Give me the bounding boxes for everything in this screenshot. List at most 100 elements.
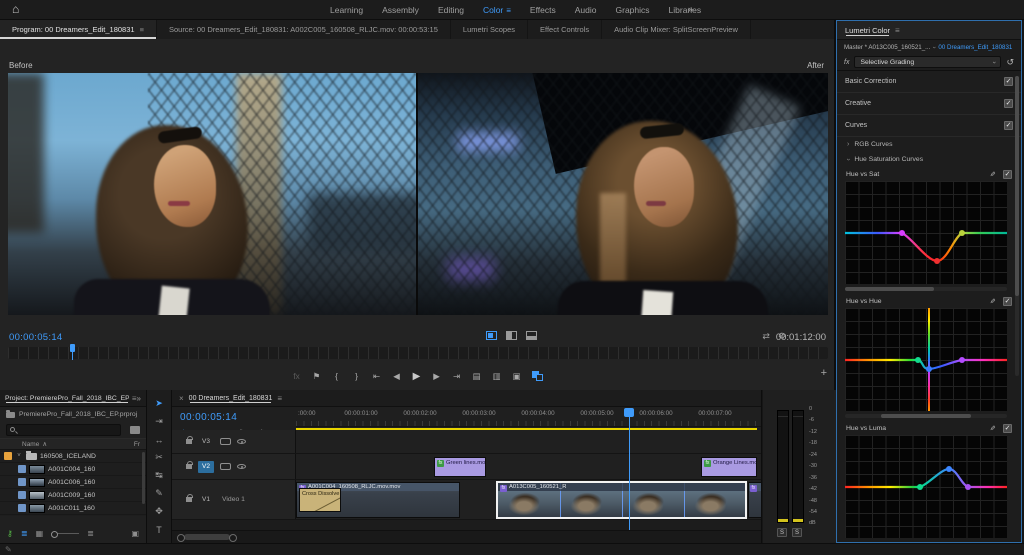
type-tool[interactable]: T	[151, 523, 168, 536]
curves-checkbox[interactable]: ✓	[1004, 121, 1013, 130]
basic-correction-checkbox[interactable]: ✓	[1004, 77, 1013, 86]
split-view-top-bottom-icon[interactable]	[526, 331, 537, 340]
button-editor-plus[interactable]: +	[821, 367, 827, 379]
workspace-tab-audio[interactable]: Audio	[575, 5, 597, 15]
hue-vs-sat-range-slider[interactable]	[845, 287, 1007, 291]
chevron-right-icon[interactable]: ›	[847, 141, 849, 148]
comparison-view-icon[interactable]	[486, 331, 497, 340]
label-chip[interactable]	[18, 491, 26, 499]
clip-a013c005-selected[interactable]: fx A013C005_160521_R	[497, 482, 746, 518]
mark-out-button[interactable]: }	[352, 371, 361, 381]
project-tab-bar[interactable]: Project: PremierePro_Fall_2018_IBC_EP ≡ …	[0, 390, 146, 407]
list-view-icon[interactable]: ≣	[21, 529, 28, 538]
hue-saturation-curves-subsection[interactable]: › Hue Saturation Curves	[837, 152, 1021, 167]
track-target-v1[interactable]: V1	[198, 494, 214, 506]
timeline-tab-bar[interactable]: × 00 Dreamers_Edit_180831 ≡	[172, 390, 761, 407]
track-v3[interactable]: V3	[172, 430, 761, 454]
section-curves[interactable]: Curves ✓	[837, 115, 1021, 137]
icon-view-icon[interactable]: ▦	[36, 529, 44, 538]
hue-vs-hue-curve[interactable]	[845, 308, 1007, 411]
label-chip[interactable]	[18, 504, 26, 512]
hue-vs-luma-curve[interactable]	[845, 435, 1007, 538]
workspace-tab-color[interactable]: Color≡	[483, 5, 511, 15]
track-target-v3[interactable]: V3	[198, 436, 214, 448]
eyedropper-icon[interactable]: ✎	[988, 298, 996, 304]
section-creative[interactable]: Creative ✓	[837, 93, 1021, 115]
sequence-tab-label[interactable]: 00 Dreamers_Edit_180831	[189, 395, 273, 402]
hue-vs-sat-checkbox[interactable]: ✓	[1003, 170, 1012, 179]
lock-icon[interactable]	[186, 439, 192, 444]
project-overflow-icon[interactable]: »	[137, 394, 141, 403]
program-current-timecode[interactable]: 00:00:05:14	[9, 332, 63, 343]
pen-tool[interactable]: ✎	[151, 487, 168, 500]
split-view-side-icon[interactable]	[506, 331, 517, 340]
timeline-horizontal-scrollbar[interactable]	[172, 530, 761, 543]
lumetri-vertical-scrollbar[interactable]	[1015, 76, 1019, 376]
chevron-down-icon[interactable]: ›	[931, 46, 938, 48]
section-basic-correction[interactable]: Basic Correction ✓	[837, 71, 1021, 93]
tab-effect-controls[interactable]: Effect Controls	[528, 20, 602, 39]
hand-tool[interactable]: ✥	[151, 505, 168, 518]
track-visibility-eye-icon[interactable]	[237, 439, 246, 444]
creative-checkbox[interactable]: ✓	[1004, 99, 1013, 108]
column-frame[interactable]: Fr	[134, 441, 140, 448]
label-chip[interactable]	[18, 465, 26, 473]
tab-source[interactable]: Source: 00 Dreamers_Edit_180831: A002C00…	[157, 20, 451, 39]
panel-menu-icon[interactable]: ≡	[140, 25, 144, 34]
track-v2[interactable]: V2 fx Green lines.mo fx Orange Lines.mo	[172, 454, 761, 480]
source-patch-icon[interactable]	[220, 438, 231, 445]
step-back-button[interactable]: ◀	[392, 371, 401, 382]
split-screen-preview[interactable]	[8, 73, 828, 315]
transition-cross-dissolve[interactable]: Cross Dissolve	[299, 488, 341, 512]
step-forward-button[interactable]: ▶	[432, 371, 441, 382]
workspace-tab-effects[interactable]: Effects	[530, 5, 556, 15]
workspace-tab-graphics[interactable]: Graphics	[616, 5, 650, 15]
project-row-clip[interactable]: A001C009_160	[0, 489, 146, 502]
workspace-tab-editing[interactable]: Editing	[438, 5, 464, 15]
rgb-curves-subsection[interactable]: › RGB Curves	[837, 137, 1021, 152]
go-to-out-button[interactable]: ⇥	[452, 371, 461, 382]
workspace-tab-learning[interactable]: Learning	[330, 5, 363, 15]
project-list-scrollbar[interactable]	[142, 452, 145, 504]
sequence-name-link[interactable]: 00 Dreamers_Edit_180831 ...	[938, 44, 1014, 51]
project-row-clip[interactable]: A001C004_160	[0, 463, 146, 476]
go-to-in-button[interactable]: ⇤	[372, 371, 381, 382]
workspace-tab-assembly[interactable]: Assembly	[382, 5, 419, 15]
track-v1[interactable]: V1 Video 1 fxA001C004_160508_RLJC.mov.mo…	[172, 480, 761, 520]
timeline-current-timecode[interactable]: 00:00:05:14	[180, 412, 237, 423]
fx-bypass-button[interactable]: fx	[292, 371, 301, 381]
lumetri-tab-bar[interactable]: Lumetri Color ≡	[837, 21, 1021, 40]
razor-tool[interactable]: ✂	[151, 451, 168, 464]
play-button[interactable]: ▶	[412, 371, 421, 382]
ripple-edit-tool[interactable]: ↔	[151, 433, 168, 446]
clip-tail[interactable]: fx	[748, 482, 762, 518]
workspace-overflow-icon[interactable]: »	[688, 4, 693, 14]
export-frame-button[interactable]: ▣	[512, 371, 521, 382]
hue-vs-sat-curve[interactable]	[845, 181, 1007, 284]
track-target-v2[interactable]: V2	[198, 461, 214, 473]
new-bin-icon[interactable]: ▣	[131, 529, 139, 538]
search-bin-icon[interactable]	[130, 426, 140, 434]
project-row-bin[interactable]: ˅ 160508_ICELAND	[0, 450, 146, 463]
hue-vs-hue-checkbox[interactable]: ✓	[1003, 297, 1012, 306]
eyedropper-icon[interactable]: ✎	[988, 171, 996, 177]
program-scrubber[interactable]	[8, 347, 828, 359]
thumbnail-zoom-slider[interactable]	[51, 533, 79, 534]
mark-in-button[interactable]: {	[332, 371, 341, 381]
workspace-menu-icon[interactable]: ≡	[506, 6, 511, 15]
clip-green-lines[interactable]: fx Green lines.mo	[434, 457, 486, 477]
tab-lumetri-scopes[interactable]: Lumetri Scopes	[451, 20, 528, 39]
timeline-playhead[interactable]	[624, 408, 634, 417]
workspace-tab-libraries[interactable]: Libraries	[669, 5, 702, 15]
reset-effect-icon[interactable]: ↺	[1006, 57, 1014, 68]
home-icon[interactable]: ⌂	[12, 2, 19, 16]
track-select-forward-tool[interactable]: ⇥	[151, 415, 168, 428]
eyedropper-icon[interactable]: ✎	[988, 425, 996, 431]
preset-dropdown[interactable]: Selective Grading ›	[854, 56, 1001, 68]
column-name[interactable]: Name	[22, 441, 39, 448]
source-patch-icon[interactable]	[220, 463, 231, 470]
comparison-view-button[interactable]	[532, 371, 544, 381]
slip-tool[interactable]: ↹	[151, 469, 168, 482]
project-tab-label[interactable]: Project: PremierePro_Fall_2018_IBC_EP	[5, 395, 129, 402]
timeline-zoom-scrollbar-thumb[interactable]	[184, 534, 230, 540]
